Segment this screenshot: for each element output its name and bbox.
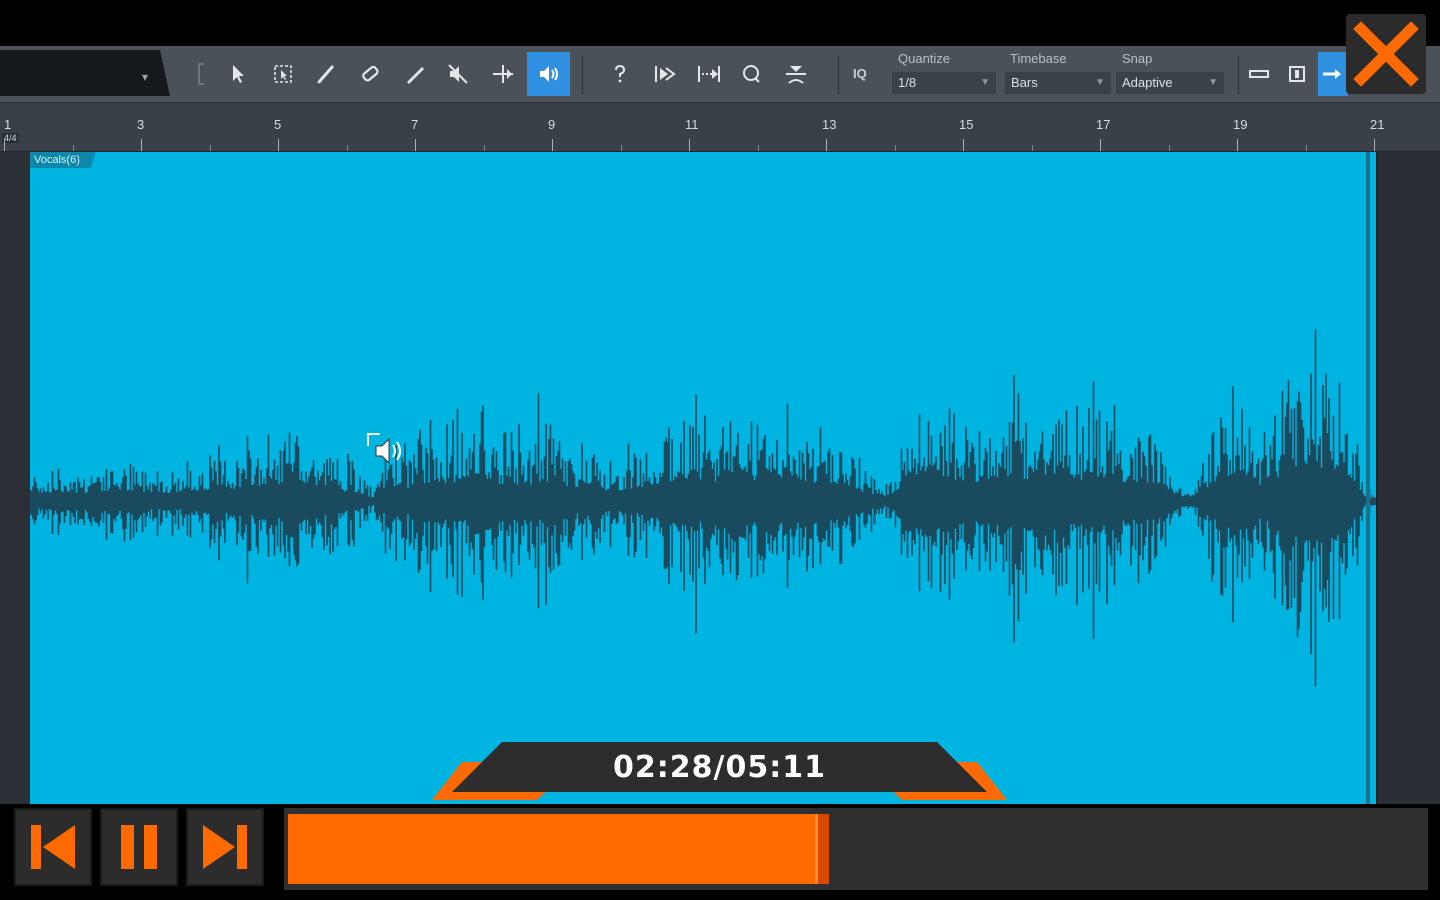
bar-number: 17 xyxy=(1096,117,1111,132)
next-button[interactable] xyxy=(186,808,264,886)
eraser-tool-icon[interactable] xyxy=(350,52,390,96)
bar-tick-minor xyxy=(894,145,896,151)
bracket-icon xyxy=(186,52,216,96)
time-display-panel: 02:28/05:11 xyxy=(432,742,1007,804)
close-icon xyxy=(1353,21,1419,87)
snap-label: Snap xyxy=(1122,51,1153,66)
time-display: 02:28/05:11 xyxy=(613,750,826,785)
bar-tick-minor xyxy=(620,145,622,151)
help-icon[interactable] xyxy=(600,52,640,96)
timebase-label: Timebase xyxy=(1010,51,1067,66)
bar-tick xyxy=(1100,139,1101,151)
progress-handle[interactable] xyxy=(815,814,829,884)
bar-tick xyxy=(689,139,690,151)
bar-tick-minor xyxy=(1305,145,1307,151)
player-bar xyxy=(0,804,1440,900)
chevron-down-icon: ▼ xyxy=(1095,77,1105,88)
pause-button[interactable] xyxy=(100,808,178,886)
quantize-select[interactable]: 1/8 ▼ xyxy=(892,72,996,94)
bar-number: 19 xyxy=(1233,117,1248,132)
bar-number: 15 xyxy=(959,117,974,132)
snap-to-grid-icon[interactable] xyxy=(1242,52,1276,96)
bar-tick-minor xyxy=(483,145,485,151)
bar-tick xyxy=(4,139,5,151)
audio-clip[interactable]: Vocals(6) xyxy=(30,152,1376,806)
zoom-icon[interactable] xyxy=(732,52,772,96)
bar-tick-minor xyxy=(209,145,211,151)
bar-number: 13 xyxy=(822,117,837,132)
timebase-value: Bars xyxy=(1011,75,1038,90)
iq-button[interactable]: IQ xyxy=(853,66,867,81)
bar-tick xyxy=(552,139,553,151)
waveform-path xyxy=(30,329,1376,687)
clip-end-handle[interactable] xyxy=(1366,152,1370,806)
bar-tick-minor xyxy=(1031,145,1033,151)
bar-tick xyxy=(963,139,964,151)
pause-icon xyxy=(121,825,157,869)
follow-edit-icon[interactable] xyxy=(689,52,729,96)
snap-to-event-icon[interactable] xyxy=(1280,52,1314,96)
timebase-select[interactable]: Bars ▼ xyxy=(1005,72,1111,94)
bar-tick xyxy=(1237,139,1238,151)
mute-tool-icon[interactable] xyxy=(438,52,478,96)
bar-tick-minor xyxy=(72,145,74,151)
track-left-gutter xyxy=(0,152,31,806)
toolbar: ▾ IQ Quantize 1/8 ▼ Timebase Bars ▼ Snap… xyxy=(0,46,1440,103)
bar-number: 7 xyxy=(411,117,419,132)
snap-select[interactable]: Adaptive ▼ xyxy=(1116,72,1224,94)
snap-value: Adaptive xyxy=(1122,75,1173,90)
timeline-ruler[interactable]: 4/4 1 3 5 7 9 11 13 15 17 19 21 xyxy=(0,103,1440,152)
bar-number: 21 xyxy=(1370,117,1385,132)
toolbar-divider xyxy=(838,56,839,94)
bar-tick-minor xyxy=(346,145,348,151)
waveform xyxy=(30,329,1376,687)
clip-label: Vocals(6) xyxy=(30,152,96,168)
range-tool-icon[interactable] xyxy=(263,52,303,96)
toolbar-divider xyxy=(582,56,583,94)
bar-number: 3 xyxy=(137,117,145,132)
chevron-down-icon: ▼ xyxy=(1208,77,1218,88)
chevron-down-icon: ▼ xyxy=(980,77,990,88)
bar-tick xyxy=(278,139,279,151)
skip-forward-icon xyxy=(203,825,247,869)
bar-number: 5 xyxy=(274,117,282,132)
progress-bar[interactable] xyxy=(284,808,1428,890)
bar-number: 11 xyxy=(685,117,699,132)
track-right-gutter xyxy=(1378,152,1440,806)
split-tool-icon[interactable] xyxy=(306,52,346,96)
bar-number: 9 xyxy=(548,117,556,132)
loop-icon[interactable] xyxy=(776,52,816,96)
bar-tick xyxy=(415,139,416,151)
previous-button[interactable] xyxy=(14,808,92,886)
bar-tick xyxy=(141,139,142,151)
chevron-down-icon[interactable]: ▾ xyxy=(142,70,148,84)
bar-tick-minor xyxy=(757,145,759,151)
bar-tick-minor xyxy=(1168,145,1170,151)
quantize-value: 1/8 xyxy=(898,75,917,90)
listen-tool-icon[interactable] xyxy=(527,52,570,96)
paint-tool-icon[interactable] xyxy=(395,52,435,96)
bend-tool-icon[interactable] xyxy=(483,52,523,96)
close-button[interactable] xyxy=(1346,14,1426,94)
snap-to-cursor-icon[interactable] xyxy=(1318,52,1348,96)
progress-fill xyxy=(288,814,829,884)
bar-tick xyxy=(826,139,827,151)
bar-tick xyxy=(1374,139,1375,151)
skip-back-icon xyxy=(31,825,75,869)
track-area: Vocals(6) xyxy=(0,152,1440,806)
arrow-tool-icon[interactable] xyxy=(218,52,258,96)
bar-number: 1 xyxy=(4,117,12,132)
quantize-label: Quantize xyxy=(898,51,951,66)
top-strip xyxy=(0,0,1440,46)
autoscroll-icon[interactable] xyxy=(645,52,685,96)
listen-cursor-icon xyxy=(367,433,401,465)
toolbar-divider xyxy=(1238,56,1239,94)
